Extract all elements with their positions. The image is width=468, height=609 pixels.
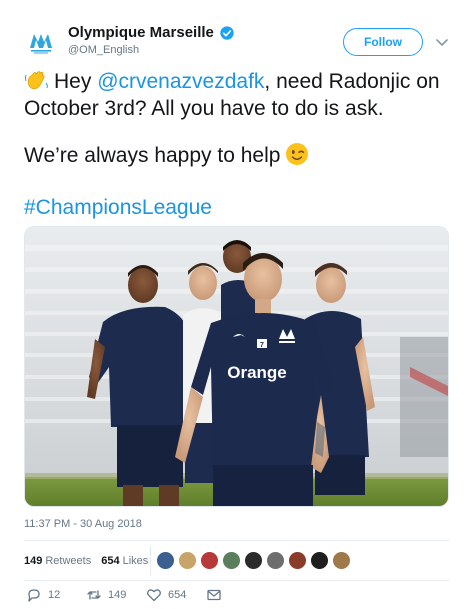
tweet-line-1-post: , need Radonjic on [264, 70, 440, 93]
om-logo-icon [30, 34, 52, 54]
verified-badge-icon [220, 25, 234, 40]
retweets-count: 149 [24, 555, 43, 567]
shirt-number: 7 [260, 342, 264, 349]
likes-label: Likes [122, 555, 149, 567]
hashtag-text[interactable]: #ChampionsLeague [24, 196, 212, 219]
liker-avatar[interactable] [178, 551, 197, 570]
liker-avatar[interactable] [222, 551, 241, 570]
likes-stat[interactable]: 654 Likes [101, 555, 148, 567]
reply-icon [28, 589, 40, 602]
tweet-timestamp[interactable]: 11:37 PM - 30 Aug 2018 [24, 518, 142, 530]
divider [24, 580, 449, 581]
training-photo: 7 Orange [25, 227, 448, 506]
mention-link[interactable]: @crvenazvezdafk [97, 70, 264, 93]
retweet-count: 149 [108, 589, 127, 601]
liker-avatars [156, 551, 351, 570]
liker-avatar[interactable] [200, 551, 219, 570]
tweet-stats: 149 Retweets 654 Likes [24, 553, 148, 569]
account-avatar[interactable] [22, 22, 60, 60]
liker-avatar[interactable] [310, 551, 329, 570]
tweet-line-1: Hey @crvenazvezdafk, need Radonjic on [24, 68, 444, 95]
retweets-label: Retweets [45, 555, 92, 567]
wink-emoji [286, 143, 309, 165]
liker-avatar[interactable] [288, 551, 307, 570]
tweet-line-2-text: We’re always happy to help [24, 144, 281, 167]
like-icon [147, 589, 161, 602]
tweet-actions: 12 149 654 [24, 587, 324, 605]
wave-emoji [25, 71, 48, 90]
tweet-line-1-pre: Hey [54, 70, 98, 93]
retweet-icon [87, 590, 101, 600]
reply-count: 12 [48, 589, 61, 601]
hashtag-link[interactable]: #ChampionsLeague [24, 194, 212, 221]
like-count: 654 [168, 589, 187, 601]
tweet-photo[interactable]: 7 Orange [24, 226, 449, 507]
retweet-button[interactable]: 149 [86, 587, 126, 603]
tweet-line-1b: October 3rd? All you have to do is ask. [24, 97, 384, 120]
account-handle[interactable]: @OM_English [68, 44, 139, 56]
chevron-down-icon[interactable] [434, 34, 450, 50]
display-name[interactable]: Olympique Marseille [68, 24, 214, 41]
divider [24, 540, 449, 541]
like-button[interactable]: 654 [146, 587, 186, 603]
direct-message-icon [207, 589, 221, 601]
tweet-text: Hey @crvenazvezdafk, need Radonjic on Oc… [24, 68, 444, 122]
likes-count: 654 [101, 555, 120, 567]
liker-avatar[interactable] [156, 551, 175, 570]
shirt-sponsor: Orange [227, 363, 287, 382]
liker-avatar[interactable] [332, 551, 351, 570]
liker-avatar[interactable] [266, 551, 285, 570]
tweet-line-2: We’re always happy to help [24, 142, 310, 169]
retweets-stat[interactable]: 149 Retweets [24, 555, 91, 567]
follow-button[interactable]: Follow [343, 28, 423, 56]
liker-avatar[interactable] [244, 551, 263, 570]
stats-separator [150, 546, 151, 576]
direct-message-button[interactable] [206, 587, 222, 603]
reply-button[interactable]: 12 [26, 587, 60, 603]
tweet-header: Olympique Marseille @OM_English Follow [0, 0, 468, 68]
